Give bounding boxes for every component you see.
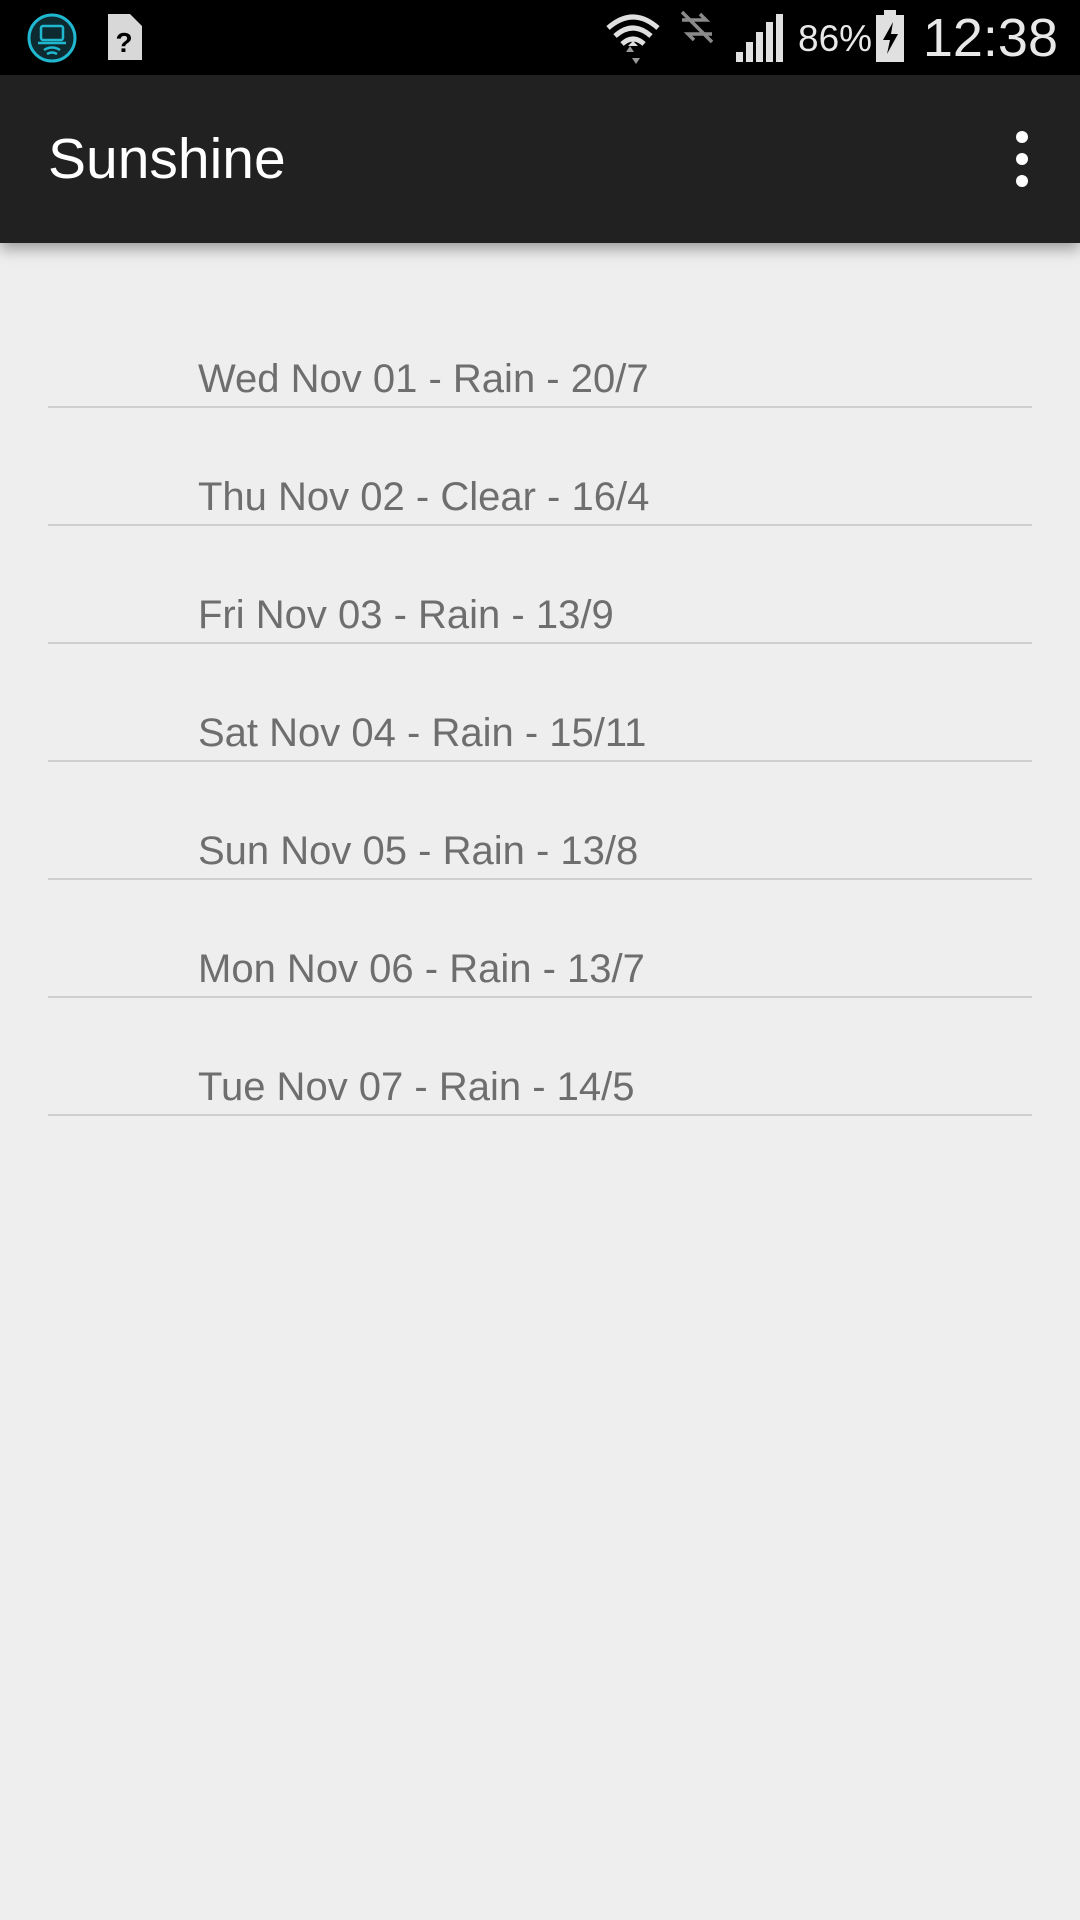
no-data-icon <box>680 10 714 44</box>
list-item[interactable]: Mon Nov 06 - Rain - 13/7 <box>48 880 1032 998</box>
list-item[interactable]: Sun Nov 05 - Rain - 13/8 <box>48 762 1032 880</box>
forecast-list: Wed Nov 01 - Rain - 20/7 Thu Nov 02 - Cl… <box>48 290 1032 1116</box>
forecast-text: Wed Nov 01 - Rain - 20/7 <box>198 357 649 401</box>
forecast-text: Fri Nov 03 - Rain - 13/9 <box>198 593 614 637</box>
signal-icon <box>736 14 783 62</box>
wifi-icon <box>606 14 660 64</box>
list-item[interactable]: Wed Nov 01 - Rain - 20/7 <box>48 290 1032 408</box>
list-item[interactable]: Fri Nov 03 - Rain - 13/9 <box>48 526 1032 644</box>
action-bar: Sunshine <box>0 75 1080 243</box>
battery-percentage: 86% <box>798 18 873 59</box>
status-bar: ? 86% 12:38 <box>0 0 1080 75</box>
forecast-text: Sun Nov 05 - Rain - 13/8 <box>198 829 639 873</box>
clock: 12:38 <box>922 8 1058 68</box>
forecast-text: Thu Nov 02 - Clear - 16/4 <box>198 475 650 519</box>
app-title: Sunshine <box>48 127 286 191</box>
svg-text:?: ? <box>115 27 132 58</box>
screen: ? 86% 12:38 Sunshine Wed Nov 01 - Rain -… <box>0 0 1080 1920</box>
wifi-hotspot-app-icon <box>27 13 77 63</box>
list-item[interactable]: Thu Nov 02 - Clear - 16/4 <box>48 408 1032 526</box>
more-vert-icon[interactable] <box>990 121 1054 197</box>
forecast-text: Sat Nov 04 - Rain - 15/11 <box>198 711 647 755</box>
unknown-file-icon: ? <box>108 14 142 60</box>
battery-charging-icon <box>876 10 904 62</box>
list-item[interactable]: Tue Nov 07 - Rain - 14/5 <box>48 998 1032 1116</box>
list-item[interactable]: Sat Nov 04 - Rain - 15/11 <box>48 644 1032 762</box>
forecast-text: Tue Nov 07 - Rain - 14/5 <box>198 1065 635 1109</box>
forecast-text: Mon Nov 06 - Rain - 13/7 <box>198 947 645 991</box>
